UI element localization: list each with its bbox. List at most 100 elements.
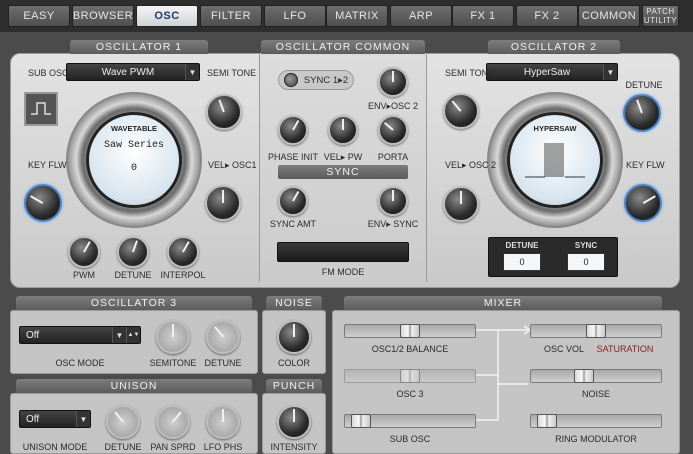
sub-osc-slider[interactable] [344, 414, 476, 428]
osc12-balance-thumb[interactable] [400, 324, 420, 338]
osc1-semitone-knob[interactable] [206, 94, 242, 130]
phase-init-knob[interactable] [278, 115, 308, 145]
osc2-key-flw-label: KEY FLW [626, 160, 665, 170]
ring-mod-thumb[interactable] [537, 414, 557, 428]
hs-detune-value[interactable]: 0 [503, 253, 541, 271]
unison-mode-select[interactable]: Off ▼ [19, 410, 91, 428]
tab-lfo[interactable]: LFO [264, 5, 326, 27]
sub-osc-mix-label: SUB OSC [389, 434, 431, 444]
osc-common-header: OSCILLATOR COMMON [261, 40, 425, 54]
noise-color-knob[interactable] [277, 320, 311, 354]
ring-mod-label: RING MODULATOR [555, 434, 637, 444]
unison-mode-label: UNISON MODE [22, 442, 88, 452]
osc3-mode-select[interactable]: Off ▼ ▲▼ [19, 326, 141, 344]
unison-detune-knob[interactable] [106, 405, 140, 439]
osc2-detune-label: DETUNE [625, 80, 663, 90]
hs-sync-label: SYNC [574, 241, 598, 250]
hypersaw-waveform-icon [525, 143, 585, 178]
sync-button[interactable]: SYNC 1▸2 [278, 70, 354, 90]
sync-amt-label: SYNC AMT [269, 219, 316, 229]
osc2-wave-select[interactable]: HyperSaw ▼ [486, 63, 618, 81]
tab-fx1[interactable]: FX 1 [452, 5, 514, 27]
saturation-label[interactable]: SATURATION [592, 344, 658, 354]
interpol-knob[interactable] [167, 236, 199, 268]
env-sync-knob[interactable] [378, 186, 408, 216]
tab-bar: EASY BROWSER OSC FILTER LFO MATRIX ARP F… [0, 0, 693, 32]
osc2-semitone-label: SEMI TONE [445, 68, 495, 78]
osc2-hypersaw-screen: HYPERSAW [507, 112, 603, 208]
punch-intensity-knob[interactable] [277, 405, 311, 439]
pwm-knob[interactable] [68, 236, 100, 268]
osc2-key-flw-knob[interactable] [624, 184, 662, 222]
lfo-phs-knob[interactable] [206, 405, 240, 439]
tab-easy[interactable]: EASY [8, 5, 70, 27]
hypersaw-params: DETUNE 0 SYNC 0 [488, 237, 618, 277]
hs-sync-value[interactable]: 0 [567, 253, 605, 271]
osc1-wavetable-screen: WAVETABLE Saw Series 0 [86, 112, 182, 208]
osc3-semitone-knob[interactable] [156, 320, 190, 354]
chevron-down-icon: ▼ [112, 327, 126, 343]
noise-vol-thumb[interactable] [574, 369, 594, 383]
unison-detune-label: DETUNE [104, 442, 142, 452]
osc3-mode-value: Off [26, 329, 40, 341]
unison-header: UNISON [16, 379, 252, 393]
pan-sprd-knob[interactable] [156, 405, 190, 439]
sync-led-icon [284, 73, 298, 87]
wavetable-label: WAVETABLE [111, 124, 157, 133]
tab-osc[interactable]: OSC [136, 5, 198, 27]
osc-mode-label: OSC MODE [55, 358, 105, 368]
sync-amt-knob[interactable] [278, 186, 308, 216]
osc1-wave-select[interactable]: Wave PWM ▼ [66, 63, 200, 81]
sub-osc-thumb[interactable] [351, 414, 371, 428]
osc2-semitone-knob[interactable] [443, 93, 479, 129]
tab-filter[interactable]: FILTER [200, 5, 262, 27]
sub-osc-wave-button[interactable] [24, 92, 58, 126]
osc1-detune-knob[interactable] [117, 236, 149, 268]
osc12-balance-slider[interactable] [344, 324, 476, 338]
osc-vol-thumb[interactable] [586, 324, 606, 338]
mixer-header: MIXER [344, 296, 662, 310]
osc12-balance-label: OSC1/2 BALANCE [371, 344, 449, 354]
vel-pw-label: VEL▸ PW [323, 152, 363, 162]
ring-mod-slider[interactable] [530, 414, 662, 428]
noise-header: NOISE [266, 296, 322, 310]
osc3-semitone-label: SEMITONE [149, 358, 197, 368]
osc3-slider[interactable] [344, 369, 476, 383]
vel-osc2-label: VEL▸ OSC 2 [445, 160, 497, 170]
vel-osc1-knob[interactable] [205, 185, 241, 221]
osc-vol-label: OSC VOL [543, 344, 584, 354]
osc3-detune-label: DETUNE [204, 358, 242, 368]
osc1-key-flw-knob[interactable] [24, 184, 62, 222]
osc3-header: OSCILLATOR 3 [16, 296, 252, 310]
noise-vol-slider[interactable] [530, 369, 662, 383]
env-osc2-knob[interactable] [378, 67, 408, 97]
osc1-wave-value: Wave PWM [101, 66, 155, 78]
chevron-down-icon: ▼ [603, 64, 617, 80]
porta-label: PORTA [377, 152, 409, 162]
tab-matrix[interactable]: MATRIX [326, 5, 388, 27]
wavetable-position: 0 [130, 163, 137, 174]
tab-patch-utility[interactable]: PATCH UTILITY [642, 5, 679, 27]
osc1-detune-label: DETUNE [114, 270, 152, 280]
pwm-label: PWM [73, 270, 95, 280]
noise-vol-label: NOISE [581, 389, 610, 399]
hypersaw-label: HYPERSAW [533, 124, 577, 133]
punch-header: PUNCH [266, 379, 322, 393]
vel-osc2-knob[interactable] [443, 186, 479, 222]
tab-fx2[interactable]: FX 2 [516, 5, 578, 27]
fm-mode-label: FM MODE [321, 267, 365, 277]
porta-knob[interactable] [378, 115, 408, 145]
wavetable-name: Saw Series [103, 140, 164, 151]
vel-pw-knob[interactable] [328, 115, 358, 145]
tab-common[interactable]: COMMON [578, 5, 640, 27]
osc3-detune-knob[interactable] [206, 320, 240, 354]
tab-browser[interactable]: BROWSER [72, 5, 134, 27]
osc2-detune-knob[interactable] [623, 94, 661, 132]
osc3-thumb[interactable] [400, 369, 420, 383]
square-wave-icon [31, 102, 51, 115]
osc-vol-slider[interactable] [530, 324, 662, 338]
tab-arp[interactable]: ARP [390, 5, 452, 27]
fm-mode-select[interactable] [277, 242, 409, 262]
pan-sprd-label: PAN SPRD [150, 442, 196, 452]
chevron-down-icon: ▼ [185, 64, 199, 80]
